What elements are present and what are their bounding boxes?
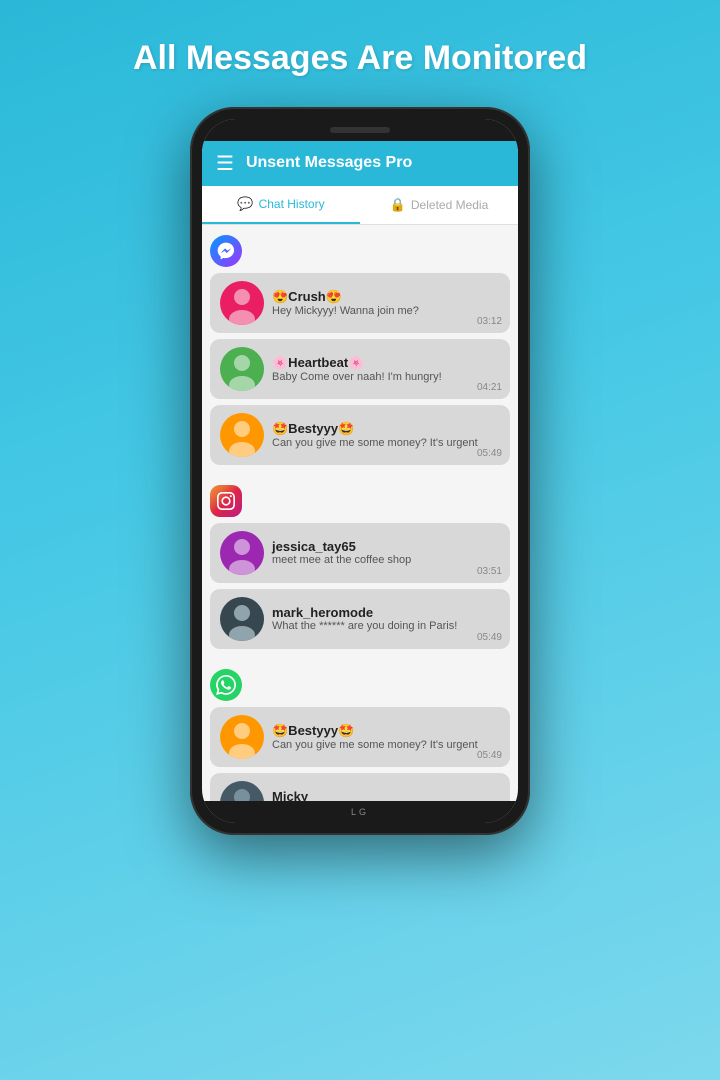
tab-bar: 💬 Chat History 🔒 Deleted Media: [202, 186, 518, 225]
msg-card-bestyyy-m[interactable]: 🤩Bestyyy🤩 Can you give me some money? It…: [210, 405, 510, 465]
msg-text-crush: Hey Mickyyy! Wanna join me?: [272, 305, 500, 317]
msg-name-crush: 😍Crush😍: [272, 289, 500, 305]
avatar-mark: [220, 597, 264, 641]
messenger-icon: [210, 235, 242, 267]
msg-name-jessica: jessica_tay65: [272, 539, 500, 554]
deleted-media-icon: 🔒: [390, 197, 406, 213]
chat-history-icon: 💬: [237, 196, 253, 212]
phone-speaker: [330, 127, 390, 133]
msg-name-heartbeat: 🌸Heartbeat🌸: [272, 355, 500, 371]
avatar-jessica: [220, 531, 264, 575]
msg-text-bestyyy-m: Can you give me some money? It's urgent: [272, 437, 500, 449]
msg-card-bestyyy-w[interactable]: 🤩Bestyyy🤩 Can you give me some money? It…: [210, 707, 510, 767]
msg-text-bestyyy-w: Can you give me some money? It's urgent: [272, 739, 500, 751]
msg-name-bestyyy-m: 🤩Bestyyy🤩: [272, 421, 500, 437]
msg-card-mark[interactable]: mark_heromode What the ****** are you do…: [210, 589, 510, 649]
msg-content-mark: mark_heromode What the ****** are you do…: [272, 605, 500, 632]
msg-time-crush: 03:12: [477, 316, 502, 327]
avatar-micky: [220, 781, 264, 801]
msg-name-bestyyy-w: 🤩Bestyyy🤩: [272, 723, 500, 739]
msg-content-jessica: jessica_tay65 meet mee at the coffee sho…: [272, 539, 500, 566]
phone-brand-label: LG: [351, 807, 369, 817]
msg-time-mark: 05:49: [477, 632, 502, 643]
instagram-icon: [210, 485, 242, 517]
msg-text-mark: What the ****** are you doing in Paris!: [272, 620, 500, 632]
messenger-section: 😍Crush😍 Hey Mickyyy! Wanna join me? 03:1…: [202, 225, 518, 475]
chat-history-label: Chat History: [259, 197, 325, 211]
whatsapp-section: 🤩Bestyyy🤩 Can you give me some money? It…: [202, 659, 518, 801]
phone-wrapper: ☰ Unsent Messages Pro 💬 Chat History 🔒 D…: [190, 107, 530, 835]
avatar-crush: [220, 281, 264, 325]
messages-scroll-area[interactable]: 😍Crush😍 Hey Mickyyy! Wanna join me? 03:1…: [202, 225, 518, 801]
msg-name-mark: mark_heromode: [272, 605, 500, 620]
msg-content-micky: Micky Sorry, I have a girlfriend!: [272, 789, 500, 801]
msg-card-micky[interactable]: Micky Sorry, I have a girlfriend! 05:49: [210, 773, 510, 801]
phone-screen: ☰ Unsent Messages Pro 💬 Chat History 🔒 D…: [202, 119, 518, 823]
msg-name-micky: Micky: [272, 789, 500, 801]
avatar-bestyyy-w: [220, 715, 264, 759]
phone-device: ☰ Unsent Messages Pro 💬 Chat History 🔒 D…: [190, 107, 530, 835]
deleted-media-label: Deleted Media: [411, 198, 488, 212]
whatsapp-icon: [210, 669, 242, 701]
tab-deleted-media[interactable]: 🔒 Deleted Media: [360, 186, 518, 224]
hamburger-icon[interactable]: ☰: [216, 151, 234, 176]
msg-card-jessica[interactable]: jessica_tay65 meet mee at the coffee sho…: [210, 523, 510, 583]
avatar-heartbeat: [220, 347, 264, 391]
app-bar: ☰ Unsent Messages Pro: [202, 141, 518, 186]
msg-time-jessica: 03:51: [477, 566, 502, 577]
msg-card-heartbeat[interactable]: 🌸Heartbeat🌸 Baby Come over naah! I'm hun…: [210, 339, 510, 399]
msg-text-jessica: meet mee at the coffee shop: [272, 554, 500, 566]
avatar-bestyyy-m: [220, 413, 264, 457]
msg-card-crush[interactable]: 😍Crush😍 Hey Mickyyy! Wanna join me? 03:1…: [210, 273, 510, 333]
phone-topbar: [202, 119, 518, 141]
msg-content-heartbeat: 🌸Heartbeat🌸 Baby Come over naah! I'm hun…: [272, 355, 500, 383]
tab-chat-history[interactable]: 💬 Chat History: [202, 186, 360, 224]
msg-content-crush: 😍Crush😍 Hey Mickyyy! Wanna join me?: [272, 289, 500, 317]
phone-bottom: LG: [202, 801, 518, 823]
app-title: Unsent Messages Pro: [246, 154, 412, 172]
msg-text-heartbeat: Baby Come over naah! I'm hungry!: [272, 371, 500, 383]
msg-time-bestyyy-m: 05:49: [477, 448, 502, 459]
msg-content-bestyyy-m: 🤩Bestyyy🤩 Can you give me some money? It…: [272, 421, 500, 449]
msg-time-heartbeat: 04:21: [477, 382, 502, 393]
msg-content-bestyyy-w: 🤩Bestyyy🤩 Can you give me some money? It…: [272, 723, 500, 751]
header-title: All Messages Are Monitored: [60, 38, 660, 79]
instagram-section: jessica_tay65 meet mee at the coffee sho…: [202, 475, 518, 659]
msg-time-bestyyy-w: 05:49: [477, 750, 502, 761]
